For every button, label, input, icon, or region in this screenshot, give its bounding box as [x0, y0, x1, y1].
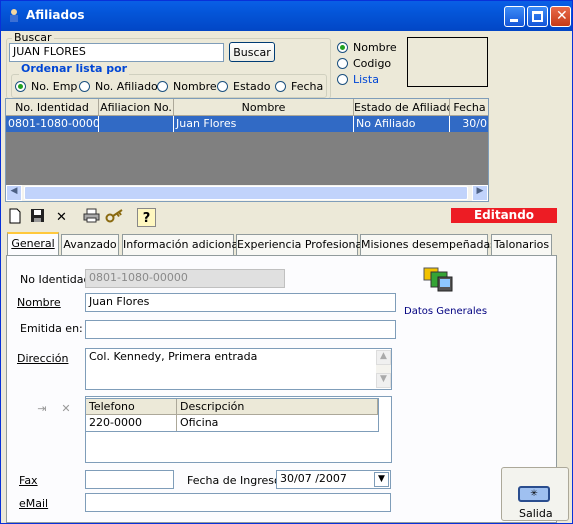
nombre-field[interactable]: Juan Flores — [85, 293, 396, 312]
tab-misiones[interactable]: Misiones desempeñadas — [360, 234, 496, 255]
identidad-field: 0801-1080-00000 — [85, 269, 285, 288]
grid-header-fecha[interactable]: Fecha — [450, 99, 488, 116]
sort-radio-nombre[interactable] — [157, 81, 168, 92]
salida-label: Salida — [519, 507, 553, 520]
affiliates-grid[interactable]: No. Identidad Afiliacion No. Nombre Esta… — [5, 98, 489, 202]
scroll-down-icon[interactable]: ▼ — [376, 373, 391, 388]
phones-header-descripcion: Descripción — [177, 399, 378, 415]
close-icon: ✕ — [556, 8, 568, 24]
phone-add-icon[interactable]: ⇥ — [31, 399, 53, 419]
app-icon — [10, 9, 18, 22]
help-icon[interactable]: ? — [137, 208, 156, 227]
mode-radio-codigo[interactable] — [337, 58, 348, 69]
scroll-thumb[interactable] — [24, 186, 468, 200]
mode-radio-nombre[interactable] — [337, 42, 348, 53]
grid-cell[interactable]: Juan Flores — [174, 116, 354, 132]
grid-cell[interactable]: No Afiliado — [354, 116, 450, 132]
grid-cell[interactable]: 0801-1080-00000 — [6, 116, 99, 132]
sort-label-no-afiliado: No. Afiliado — [95, 80, 158, 93]
scroll-right-icon[interactable]: ▶ — [472, 185, 488, 201]
maximize-icon — [532, 11, 543, 22]
delete-icon[interactable]: ✕ — [52, 208, 71, 227]
key-icon[interactable] — [105, 208, 124, 227]
phones-header-telefono: Telefono — [86, 399, 177, 415]
emitida-label: Emitida en: — [20, 322, 83, 335]
minimize-button[interactable] — [504, 6, 525, 27]
window-title: Afiliados — [26, 8, 85, 22]
sort-label-estado: Estado — [233, 80, 271, 93]
mode-label-lista: Lista — [353, 73, 379, 86]
tab-avanzado[interactable]: Avanzado — [61, 234, 119, 255]
search-input[interactable]: JUAN FLORES — [9, 43, 224, 62]
print-icon[interactable] — [82, 208, 101, 227]
tab-informacion-adicional[interactable]: Información adicional — [122, 234, 241, 255]
search-button[interactable]: Buscar — [229, 42, 275, 62]
datos-generales-icon[interactable] — [421, 263, 455, 297]
tab-experiencia-profesional[interactable]: Experiencia Profesional — [236, 234, 365, 255]
mode-label-codigo: Codigo — [353, 57, 392, 70]
exit-icon: ✳ — [518, 486, 550, 502]
fecha-ingreso-label: Fecha de Ingreso: — [187, 474, 285, 487]
grid-header-identidad[interactable]: No. Identidad — [6, 99, 99, 116]
sort-label-nombre: Nombre — [173, 80, 217, 93]
sort-label-fecha: Fecha — [291, 80, 324, 93]
phones-table[interactable]: Telefono Descripción 220-0000 Oficina — [85, 398, 379, 432]
fax-label: Fax — [19, 474, 38, 487]
grid-header-estado[interactable]: Estado de Afiliado — [354, 99, 450, 116]
phone-delete-icon[interactable]: ✕ — [55, 399, 77, 419]
email-field[interactable] — [85, 493, 391, 512]
close-button[interactable]: ✕ — [550, 6, 571, 27]
sort-radio-fecha[interactable] — [275, 81, 286, 92]
sort-radio-no-emp[interactable] — [15, 81, 26, 92]
nombre-label: Nombre — [17, 296, 61, 309]
datos-generales-label[interactable]: Datos Generales — [404, 306, 487, 317]
grid-cell[interactable]: 30/0 — [450, 116, 488, 132]
direccion-label: Dirección — [17, 352, 69, 365]
tab-talonarios[interactable]: Talonarios — [491, 234, 552, 255]
scroll-left-icon[interactable]: ◀ — [6, 185, 22, 201]
mode-radio-lista[interactable] — [337, 74, 348, 85]
maximize-button[interactable] — [527, 6, 548, 27]
emitida-field[interactable] — [85, 320, 396, 339]
direccion-field[interactable]: Col. Kennedy, Primera entrada — [85, 348, 392, 390]
sort-radio-no-afiliado[interactable] — [79, 81, 90, 92]
grid-horizontal-scrollbar[interactable]: ◀ ▶ — [6, 185, 488, 201]
grid-header-nombre[interactable]: Nombre — [174, 99, 354, 116]
sort-group-label: Ordenar lista por — [19, 62, 130, 75]
main-window: Afiliados ✕ Buscar JUAN FLORES Buscar Or… — [0, 0, 573, 524]
phones-cell[interactable]: Oficina — [177, 415, 378, 431]
sort-radio-estado[interactable] — [217, 81, 228, 92]
scroll-up-icon[interactable]: ▲ — [376, 350, 391, 365]
grid-cell[interactable] — [99, 116, 174, 132]
minimize-icon — [510, 19, 518, 22]
mode-label-nombre: Nombre — [353, 41, 397, 54]
chevron-down-icon[interactable]: ▼ — [374, 472, 389, 487]
save-icon[interactable] — [28, 208, 47, 227]
new-icon[interactable] — [5, 208, 24, 227]
email-label: eMail — [19, 497, 49, 510]
salida-button[interactable]: ✳ Salida — [501, 467, 569, 521]
sort-label-no-emp: No. Emp — [31, 80, 78, 93]
fax-field[interactable] — [85, 470, 174, 489]
tab-general[interactable]: General — [7, 232, 59, 256]
grid-header-afiliacion[interactable]: Afiliacion No. — [99, 99, 174, 116]
photo-frame — [407, 37, 488, 87]
phones-cell[interactable]: 220-0000 — [86, 415, 177, 431]
title-bar: Afiliados ✕ — [1, 1, 572, 31]
direccion-scrollbar[interactable]: ▲ ▼ — [376, 350, 391, 388]
identidad-label: No Identidad: — [20, 273, 95, 286]
status-badge: Editando — [451, 208, 557, 223]
